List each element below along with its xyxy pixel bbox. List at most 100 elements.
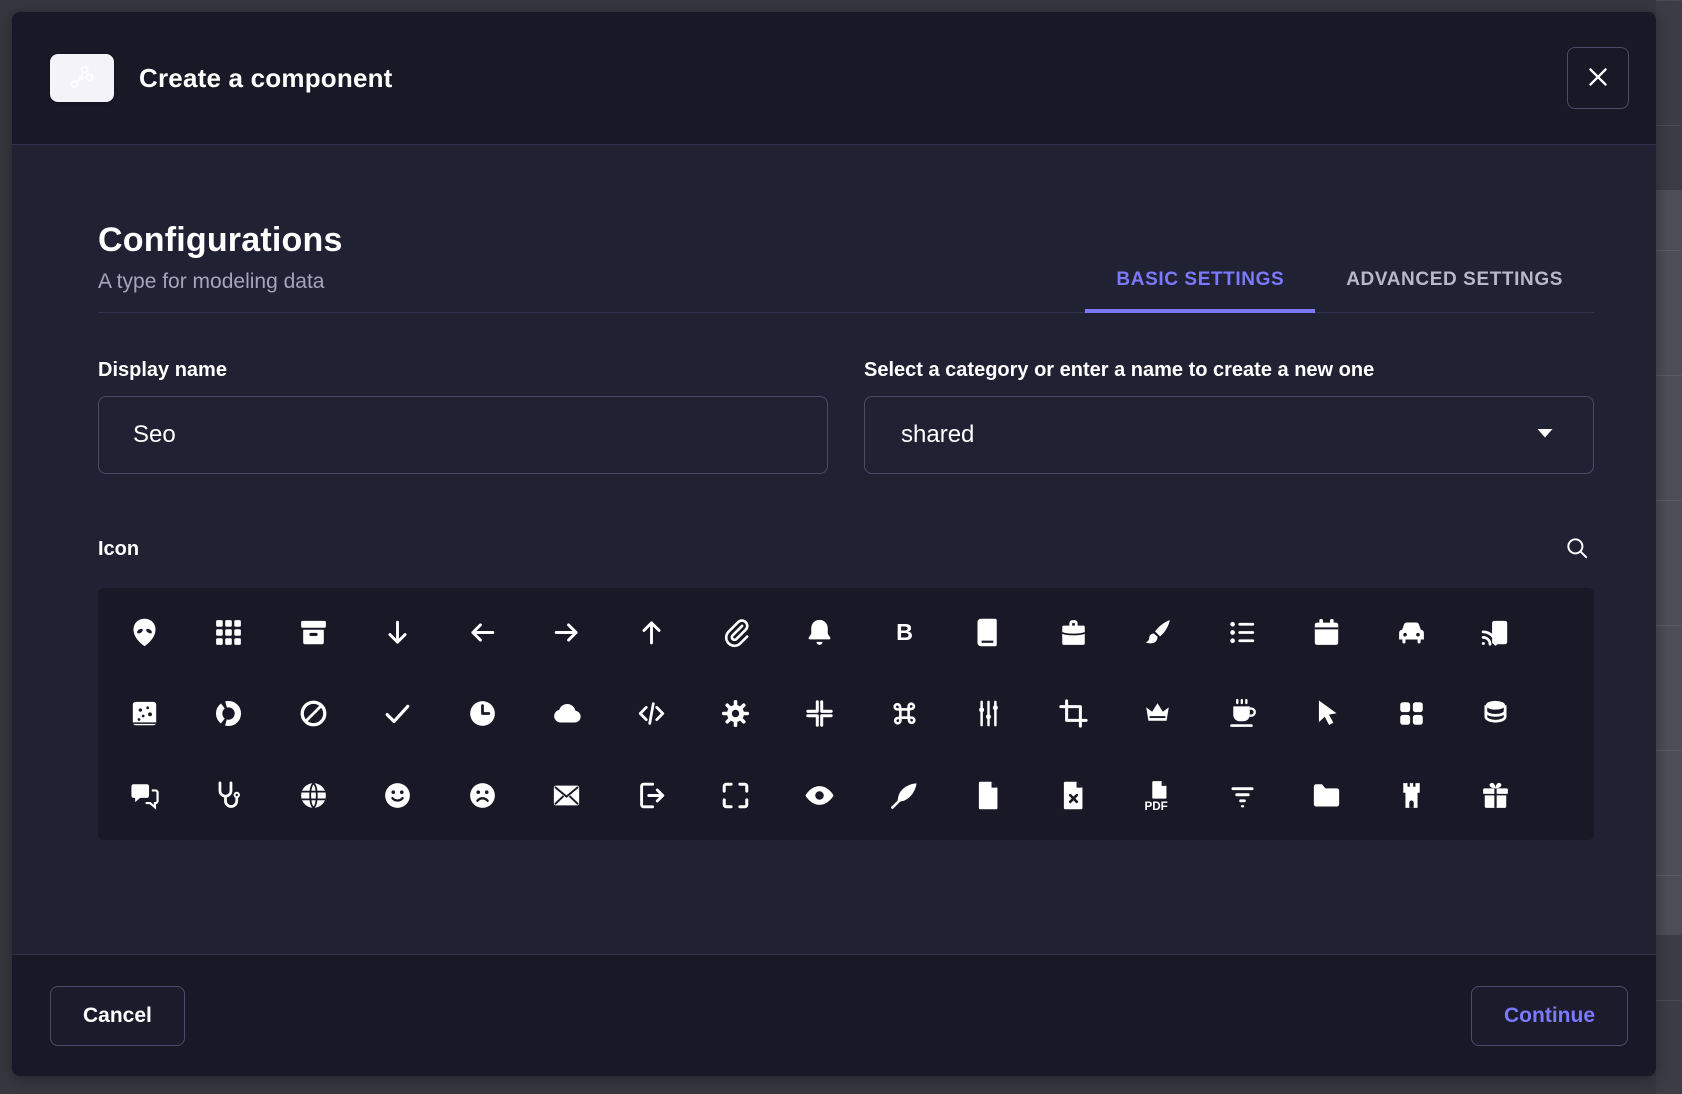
icon-option-archive[interactable] <box>285 605 341 661</box>
icon-option-gate[interactable] <box>1383 767 1439 823</box>
icon-option-discuss[interactable] <box>116 767 172 823</box>
crown-icon <box>1141 697 1174 730</box>
database-icon <box>1479 697 1512 730</box>
icon-option-cursor[interactable] <box>1299 686 1355 742</box>
section-titles: Configurations A type for modeling data <box>98 221 343 312</box>
icon-option-cog[interactable] <box>708 686 764 742</box>
icon-option-expand[interactable] <box>708 767 764 823</box>
icon-option-dashboard[interactable] <box>1383 686 1439 742</box>
icon-option-arrow-down[interactable] <box>370 605 426 661</box>
book-icon <box>972 616 1005 649</box>
icon-option-cast[interactable] <box>1468 605 1524 661</box>
icon-option-filter[interactable] <box>1214 767 1270 823</box>
icon-option-emotion-happy[interactable] <box>370 767 426 823</box>
icon-option-apps[interactable] <box>201 605 257 661</box>
page-subtitle: A type for modeling data <box>98 270 343 294</box>
icon-option-arrow-left[interactable] <box>454 605 510 661</box>
icon-option-file[interactable] <box>961 767 1017 823</box>
icon-option-check[interactable] <box>370 686 426 742</box>
icon-option-attachment[interactable] <box>708 605 764 661</box>
cast-icon <box>1479 616 1512 649</box>
icon-option-book[interactable] <box>961 605 1017 661</box>
icon-option-cloud[interactable] <box>539 686 595 742</box>
icon-option-collapse[interactable] <box>792 686 848 742</box>
clock-icon <box>466 697 499 730</box>
settings-tabs: BASIC SETTINGS ADVANCED SETTINGS <box>1085 269 1594 312</box>
section-head: Configurations A type for modeling data … <box>98 221 1594 313</box>
chart-bubble-icon <box>128 697 161 730</box>
icon-option-feather[interactable] <box>876 767 932 823</box>
collapse-icon <box>803 697 836 730</box>
icon-option-exit[interactable] <box>623 767 679 823</box>
apps-icon <box>212 616 245 649</box>
icon-option-sliders[interactable] <box>961 686 1017 742</box>
envelop-icon <box>550 779 583 812</box>
icon-option-earth[interactable] <box>285 767 341 823</box>
earth-icon <box>297 779 330 812</box>
icon-picker-label: Icon <box>98 538 139 561</box>
alien-icon <box>128 616 161 649</box>
command-icon <box>888 697 921 730</box>
chevron-down-icon <box>1533 421 1557 450</box>
icon-option-car[interactable] <box>1383 605 1439 661</box>
close-button[interactable] <box>1567 47 1629 109</box>
icon-option-bell[interactable] <box>792 605 848 661</box>
icon-option-chart-circle[interactable] <box>201 686 257 742</box>
modal-body: Configurations A type for modeling data … <box>12 145 1656 954</box>
svg-text:B: B <box>896 619 913 645</box>
modal-title: Create a component <box>139 63 393 94</box>
category-select[interactable]: shared <box>864 396 1594 474</box>
icon-option-bold[interactable]: B <box>876 605 932 661</box>
doctor-icon <box>212 779 245 812</box>
icon-option-clock[interactable] <box>454 686 510 742</box>
filter-icon <box>1226 779 1259 812</box>
icon-option-file-error[interactable] <box>1045 767 1101 823</box>
icon-option-crop[interactable] <box>1045 686 1101 742</box>
calendar-icon <box>1310 616 1343 649</box>
icon-grid: B PDF <box>98 588 1594 840</box>
icon-option-chart-pie[interactable] <box>285 686 341 742</box>
icon-option-brush[interactable] <box>1130 605 1186 661</box>
icon-option-calendar[interactable] <box>1299 605 1355 661</box>
expand-icon <box>719 779 752 812</box>
icon-option-folder[interactable] <box>1299 767 1355 823</box>
tab-advanced-settings[interactable]: ADVANCED SETTINGS <box>1315 269 1594 313</box>
brush-icon <box>1141 616 1174 649</box>
category-group: Select a category or enter a name to cre… <box>864 359 1594 474</box>
icon-option-alien[interactable] <box>116 605 172 661</box>
cloud-icon <box>550 697 583 730</box>
emotion-happy-icon <box>381 779 414 812</box>
icon-option-gift[interactable] <box>1468 767 1524 823</box>
continue-button[interactable]: Continue <box>1471 986 1628 1046</box>
icon-option-doctor[interactable] <box>201 767 257 823</box>
bell-icon <box>803 616 836 649</box>
icon-option-command[interactable] <box>876 686 932 742</box>
icon-option-arrow-up[interactable] <box>623 605 679 661</box>
icon-option-database[interactable] <box>1468 686 1524 742</box>
category-select-value: shared <box>901 421 974 449</box>
icon-option-eye[interactable] <box>792 767 848 823</box>
folder-icon <box>1310 779 1343 812</box>
icon-option-arrow-right[interactable] <box>539 605 595 661</box>
briefcase-icon <box>1057 616 1090 649</box>
bullet-list-icon <box>1226 616 1259 649</box>
arrow-up-icon <box>635 616 668 649</box>
dashboard-icon <box>1395 697 1428 730</box>
cursor-icon <box>1310 697 1343 730</box>
icon-option-emotion-unhappy[interactable] <box>454 767 510 823</box>
display-name-input[interactable] <box>98 396 828 474</box>
attachment-icon <box>719 616 752 649</box>
icon-option-chart-bubble[interactable] <box>116 686 172 742</box>
icon-search-button[interactable] <box>1560 532 1594 566</box>
cancel-button[interactable]: Cancel <box>50 986 185 1046</box>
icon-option-crown[interactable] <box>1130 686 1186 742</box>
icon-option-code[interactable] <box>623 686 679 742</box>
icon-option-bullet-list[interactable] <box>1214 605 1270 661</box>
tab-basic-settings[interactable]: BASIC SETTINGS <box>1085 269 1315 313</box>
icon-option-envelop[interactable] <box>539 767 595 823</box>
cog-icon <box>719 697 752 730</box>
exit-icon <box>635 779 668 812</box>
icon-option-briefcase[interactable] <box>1045 605 1101 661</box>
icon-option-file-pdf[interactable]: PDF <box>1130 767 1186 823</box>
icon-option-cup[interactable] <box>1214 686 1270 742</box>
